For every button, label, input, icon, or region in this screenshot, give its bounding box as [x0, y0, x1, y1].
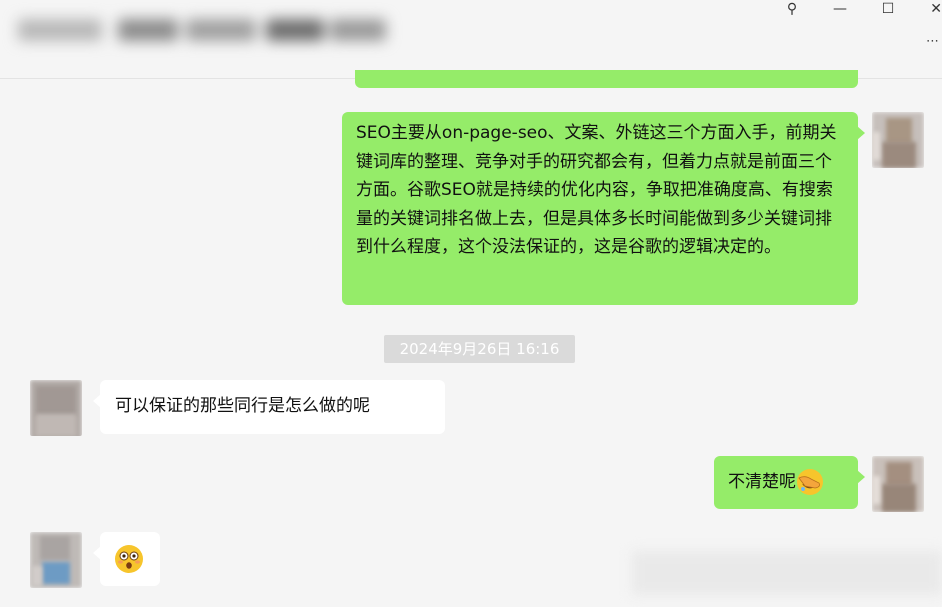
chat-window: ⚲ — ☐ ✕ ⋯ SEO主要从on-page-seo、文案、外链这三个方面入手…	[0, 0, 942, 607]
pin-icon[interactable]: ⚲	[768, 0, 816, 18]
message-text: 可以保证的那些同行是怎么做的呢	[115, 396, 370, 416]
title-bar: ⚲ — ☐ ✕ ⋯	[0, 0, 942, 79]
previous-message-bubble	[355, 70, 858, 88]
redacted-overlay	[632, 551, 942, 595]
astonished-emoji	[115, 545, 143, 573]
maximize-icon[interactable]: ☐	[864, 0, 912, 18]
avatar-self[interactable]	[872, 112, 924, 168]
chat-title-redacted	[18, 12, 390, 48]
message-bubble-incoming[interactable]: 可以保证的那些同行是怎么做的呢	[93, 380, 445, 434]
avatar-contact-2[interactable]	[30, 532, 82, 588]
minimize-icon[interactable]: —	[816, 0, 864, 18]
message-text: SEO主要从on-page-seo、文案、外链这三个方面入手，前期关键词库的整理…	[356, 123, 837, 257]
more-options-icon[interactable]: ⋯	[926, 34, 942, 50]
message-bubble-incoming[interactable]	[93, 532, 160, 586]
avatar-contact[interactable]	[30, 380, 82, 436]
window-controls: ⚲ — ☐ ✕	[768, 0, 942, 20]
close-icon[interactable]: ✕	[912, 0, 942, 18]
message-bubble-outgoing[interactable]: 不清楚呢	[714, 456, 865, 509]
avatar-self[interactable]	[872, 456, 924, 512]
message-timestamp: 2024年9月26日 16:16	[384, 335, 575, 363]
message-bubble-outgoing[interactable]: SEO主要从on-page-seo、文案、外链这三个方面入手，前期关键词库的整理…	[342, 112, 865, 305]
message-text: 不清楚呢	[728, 472, 796, 492]
facepalm-emoji	[797, 469, 823, 496]
